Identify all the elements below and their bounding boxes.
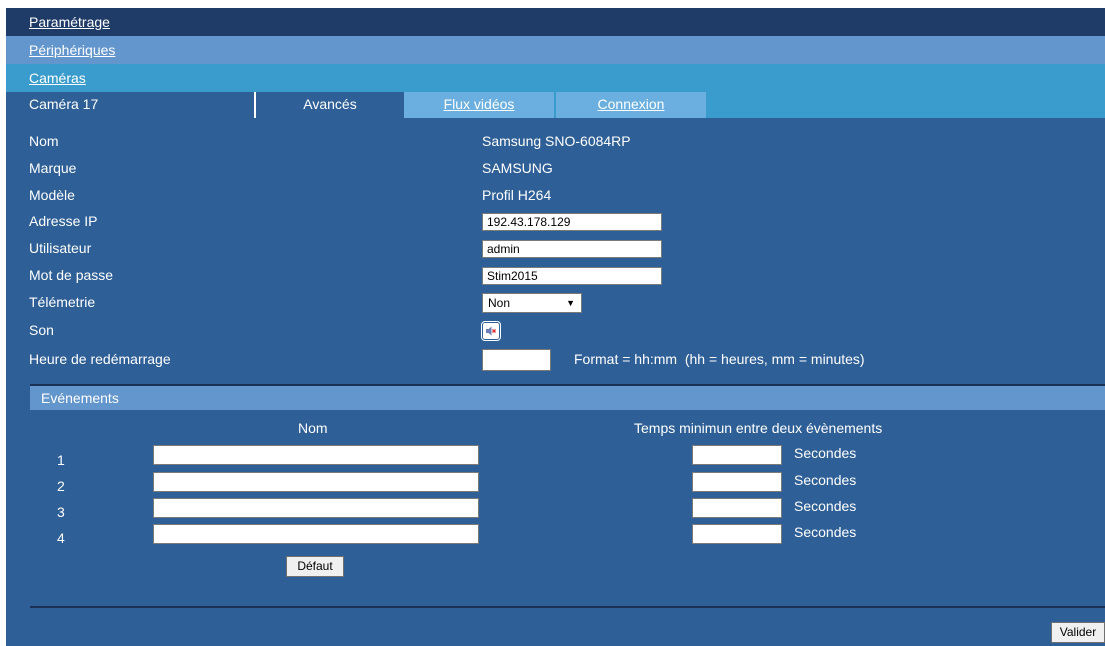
- event-name-input[interactable]: [153, 472, 479, 492]
- nav-link-cameras[interactable]: Caméras: [29, 70, 86, 86]
- dropdown-arrow-icon: ▼: [566, 298, 575, 308]
- telemetrie-selected-value: Non: [488, 296, 511, 310]
- default-button[interactable]: Défaut: [286, 556, 344, 577]
- label-mot-de-passe: Mot de passe: [29, 267, 114, 283]
- label-adresse-ip: Adresse IP: [29, 213, 98, 229]
- label-telemetrie: Télémetrie: [29, 294, 96, 310]
- event-seconds-input[interactable]: [692, 498, 782, 518]
- seconds-label: Secondes: [794, 498, 857, 514]
- nav-bar-cameras: Caméras: [6, 64, 1105, 92]
- telemetrie-select[interactable]: Non ▼: [482, 293, 582, 313]
- nav-link-parametrage[interactable]: Paramétrage: [29, 14, 110, 30]
- validate-button[interactable]: Valider: [1051, 622, 1105, 643]
- event-seconds-input[interactable]: [692, 445, 782, 465]
- tab-flux-videos[interactable]: Flux vidéos: [404, 92, 554, 118]
- password-input[interactable]: [482, 267, 662, 285]
- event-number: 4: [57, 530, 65, 546]
- event-number: 2: [57, 478, 65, 494]
- events-col-temps: Temps minimun entre deux évènements: [634, 420, 883, 436]
- tab-avances[interactable]: Avancés: [254, 92, 404, 118]
- seconds-label: Secondes: [794, 524, 857, 540]
- speaker-muted-icon[interactable]: [482, 322, 500, 340]
- event-name-input[interactable]: [153, 498, 479, 518]
- nav-bar-parametrage: Paramétrage: [6, 8, 1105, 36]
- value-modele: Profil H264: [482, 187, 552, 203]
- nav-bar-peripheriques: Périphériques: [6, 36, 1105, 64]
- event-number: 3: [57, 504, 65, 520]
- event-seconds-input[interactable]: [692, 524, 782, 544]
- event-name-input[interactable]: [153, 524, 479, 544]
- value-nom: Samsung SNO-6084RP: [482, 133, 631, 149]
- seconds-label: Secondes: [794, 445, 857, 461]
- restart-time-input[interactable]: [482, 349, 551, 371]
- tab-bar: Caméra 17 Avancés Flux vidéos Connexion: [6, 92, 1105, 118]
- app-window: Paramétrage Périphériques Caméras Caméra…: [6, 8, 1105, 646]
- label-heure-redemarrage: Heure de redémarrage: [29, 351, 171, 367]
- time-format-hint: Format = hh:mm (hh = heures, mm = minute…: [574, 351, 865, 367]
- label-modele: Modèle: [29, 187, 75, 203]
- events-header: Evénements: [30, 386, 1105, 410]
- tab-connexion[interactable]: Connexion: [556, 92, 706, 118]
- footer-divider: [30, 606, 1105, 608]
- event-number: 1: [57, 452, 65, 468]
- events-col-nom: Nom: [298, 420, 328, 436]
- ip-address-input[interactable]: [482, 213, 662, 231]
- nav-link-peripheriques[interactable]: Périphériques: [29, 42, 115, 58]
- label-utilisateur: Utilisateur: [29, 240, 92, 256]
- label-marque: Marque: [29, 160, 77, 176]
- event-name-input[interactable]: [153, 445, 479, 465]
- seconds-label: Secondes: [794, 472, 857, 488]
- value-marque: SAMSUNG: [482, 160, 553, 176]
- label-nom: Nom: [29, 133, 59, 149]
- tab-camera: Caméra 17: [6, 92, 254, 118]
- username-input[interactable]: [482, 240, 662, 258]
- event-seconds-input[interactable]: [692, 472, 782, 492]
- label-son: Son: [29, 322, 54, 338]
